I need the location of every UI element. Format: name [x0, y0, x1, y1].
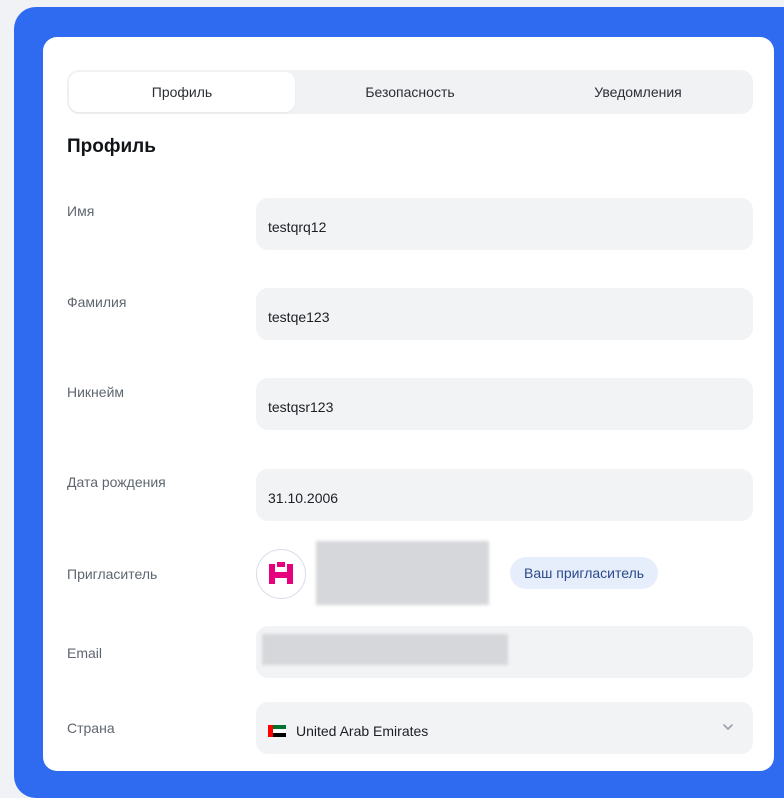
last-name-value: testqe123 [268, 309, 330, 325]
last-name-field[interactable]: testqe123 [256, 288, 753, 340]
uae-flag-icon [268, 725, 286, 737]
email-label: Email [67, 645, 103, 661]
birth-date-label: Дата рождения [67, 474, 166, 490]
nickname-value: testqsr123 [268, 399, 334, 415]
nickname-field[interactable]: testqsr123 [256, 378, 753, 430]
chevron-down-icon [723, 724, 733, 730]
country-label: Страна [67, 720, 115, 736]
country-select[interactable]: United Arab Emirates [256, 702, 753, 754]
country-value: United Arab Emirates [296, 723, 429, 739]
first-name-label: Имя [67, 203, 95, 219]
tab-notifications[interactable]: Уведомления [525, 72, 751, 112]
first-name-value: testqrq12 [268, 219, 327, 235]
tab-security[interactable]: Безопасность [297, 72, 523, 112]
last-name-label: Фамилия [67, 294, 127, 310]
inviter-avatar[interactable] [256, 549, 306, 599]
inviter-logo-icon [269, 562, 293, 584]
email-value-redacted [262, 634, 508, 665]
inviter-label: Пригласитель [67, 566, 158, 582]
first-name-field[interactable]: testqrq12 [256, 198, 753, 250]
inviter-name-redacted [316, 541, 489, 605]
birth-date-value: 31.10.2006 [268, 490, 339, 506]
nickname-label: Никнейм [67, 384, 125, 400]
section-title: Профиль [67, 136, 156, 157]
birth-date-field[interactable]: 31.10.2006 [256, 469, 753, 521]
inviter-badge: Ваш пригласитель [510, 557, 659, 589]
tab-profile[interactable]: Профиль [69, 72, 295, 112]
